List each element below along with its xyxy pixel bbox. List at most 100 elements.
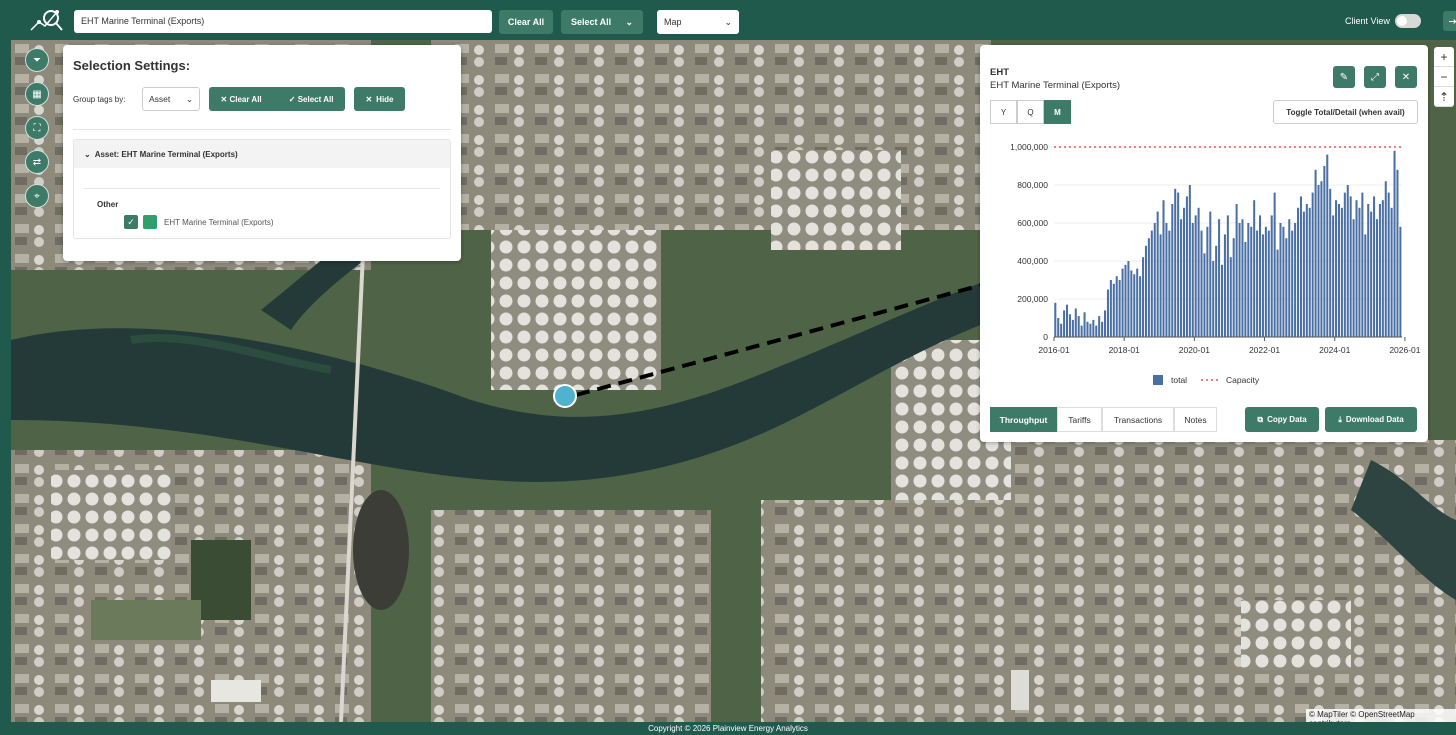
tag-button-group: ✕ Clear All ✓ Select All [209, 87, 345, 111]
bar [1150, 230, 1153, 337]
tab-tariffs[interactable]: Tariffs [1057, 407, 1102, 432]
bar [1346, 185, 1349, 337]
bar [1367, 204, 1370, 337]
item-label: EHT Marine Terminal (Exports) [164, 218, 274, 227]
download-icon: ⤓ [1338, 414, 1342, 424]
bar [1095, 325, 1098, 337]
select-all-dropdown[interactable]: Select All ⌄ [561, 10, 643, 34]
bar [1387, 192, 1390, 337]
bar [1384, 181, 1387, 337]
bar [1256, 230, 1259, 337]
bar [1206, 226, 1209, 337]
bar [1147, 238, 1150, 337]
app-logo-icon[interactable] [29, 6, 65, 34]
bar [1247, 223, 1250, 337]
bar [1235, 204, 1238, 337]
period-q-button[interactable]: Q [1017, 100, 1044, 124]
bar [1390, 207, 1393, 337]
period-y-button[interactable]: Y [990, 100, 1017, 124]
bar [1241, 219, 1244, 337]
tab-throughput[interactable]: Throughput [990, 407, 1057, 432]
expand-icon[interactable]: ⛶ [25, 116, 49, 140]
minus-icon[interactable]: − [1434, 67, 1454, 87]
toggle-total-detail-button[interactable]: Toggle Total/Detail (when avail) [1273, 100, 1418, 124]
bar [1244, 242, 1247, 337]
copy-icon: ⧉ [1257, 414, 1264, 424]
group-by-value: Asset [149, 94, 171, 104]
x-tick-label: 2018-01 [1109, 345, 1140, 355]
bar [1267, 230, 1270, 337]
plus-icon[interactable]: + [1434, 47, 1454, 67]
period-m-button[interactable]: M [1044, 100, 1071, 124]
view-select-value: Map [664, 17, 682, 27]
bar [1317, 185, 1320, 337]
check-icon: ✓ [288, 94, 298, 104]
compass-icon[interactable]: ⇡ [1434, 87, 1454, 107]
bar [1264, 226, 1267, 337]
close-icon[interactable]: ✕ [1395, 66, 1417, 88]
tab-notes[interactable]: Notes [1174, 407, 1217, 432]
clear-all-button[interactable]: Clear All [499, 10, 553, 34]
bar [1054, 302, 1057, 337]
bar [1218, 219, 1221, 337]
bar [1370, 211, 1373, 337]
bar [1063, 310, 1066, 337]
select-all-label: Select All [297, 94, 334, 104]
bar [1171, 204, 1174, 337]
bar [1229, 257, 1232, 337]
edit-icon[interactable]: ✎ [1333, 66, 1355, 88]
x-tick-label: 2022-01 [1249, 345, 1280, 355]
asset-header-label: Asset: EHT Marine Terminal (Exports) [94, 149, 238, 159]
select-all-tags-button[interactable]: ✓ Select All [289, 95, 334, 104]
bar [1308, 207, 1311, 337]
download-data-button[interactable]: ⤓ Download Data [1325, 407, 1417, 432]
terminal-marker[interactable] [553, 384, 577, 408]
bar [1115, 276, 1118, 337]
tab-transactions[interactable]: Transactions [1102, 407, 1174, 432]
x-tick-label: 2016-01 [1038, 345, 1069, 355]
asset-accordion-header[interactable]: ⌄ Asset: EHT Marine Terminal (Exports) [74, 140, 450, 168]
item-checkbox[interactable]: ✓ [124, 215, 138, 229]
bar [1291, 230, 1294, 337]
bar [1261, 234, 1264, 337]
chevron-down-icon: ⌄ [724, 16, 732, 27]
logout-icon[interactable]: ⇥ [1443, 11, 1456, 31]
bar [1180, 219, 1183, 337]
group-by-select[interactable]: Asset ⌄ [142, 87, 200, 111]
bar [1335, 200, 1338, 337]
copy-data-button[interactable]: ⧉ Copy Data [1245, 407, 1319, 432]
bar [1320, 181, 1323, 337]
pin-icon[interactable]: ⌖ [25, 184, 49, 208]
filter-icon[interactable]: ⏷ [25, 48, 49, 72]
clear-all-tags-button[interactable]: ✕ Clear All [221, 95, 262, 104]
bar [1124, 264, 1127, 337]
bar [1270, 215, 1273, 337]
search-input[interactable]: EHT Marine Terminal (Exports) [74, 10, 492, 33]
bar [1121, 268, 1124, 337]
bar [1340, 207, 1343, 337]
bar [1177, 192, 1180, 337]
color-swatch[interactable] [143, 215, 157, 229]
y-tick-label: 1,000,000 [1010, 142, 1048, 152]
bar [1343, 192, 1346, 337]
y-tick-label: 200,000 [1017, 294, 1048, 304]
view-select[interactable]: Map ⌄ [657, 10, 739, 34]
bar [1314, 169, 1317, 337]
bar [1060, 323, 1063, 337]
swap-icon[interactable]: ⇄ [25, 150, 49, 174]
bar [1071, 319, 1074, 337]
client-view-toggle[interactable] [1395, 14, 1421, 28]
bar [1381, 200, 1384, 337]
bar [1098, 316, 1101, 337]
selection-settings-panel: Selection Settings: Group tags by: Asset… [63, 45, 461, 261]
throughput-chart[interactable]: 0 200,000 400,000 600,000 800,000 1,000,000 20… [980, 135, 1428, 395]
fullscreen-icon[interactable]: ⤢ [1364, 66, 1386, 88]
map-icon[interactable]: ▦ [25, 82, 49, 106]
bar [1358, 207, 1361, 337]
divider [73, 129, 451, 130]
divider [84, 188, 440, 189]
x-tick-label: 2020-01 [1179, 345, 1210, 355]
bar [1299, 196, 1302, 337]
bar [1323, 166, 1326, 337]
hide-button[interactable]: ✕ Hide [354, 87, 405, 111]
